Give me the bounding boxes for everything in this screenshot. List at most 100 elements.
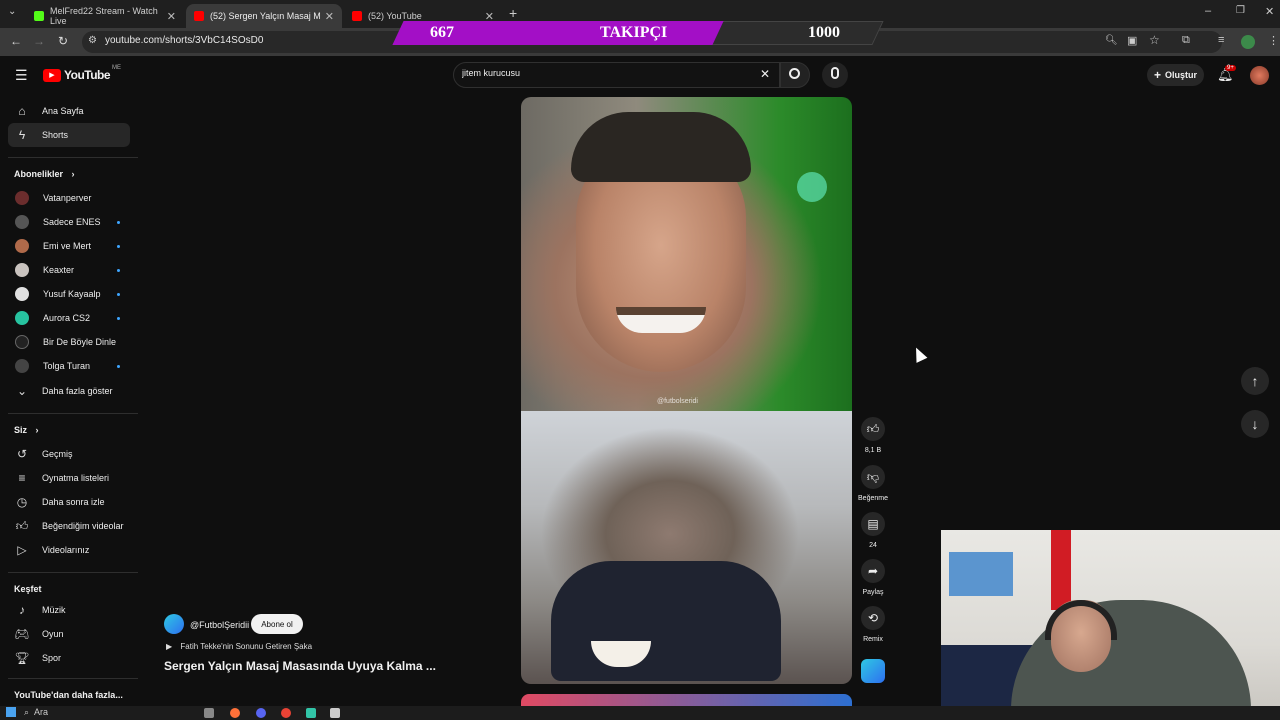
sidebar-item-label: Vatanperver [43, 193, 92, 203]
section-title: Siz [14, 425, 28, 435]
sidebar-item-gaming[interactable]: 🎮︎ Oyun [8, 622, 130, 646]
url-text[interactable]: youtube.com/shorts/3VbC14SOsD0 [105, 35, 263, 46]
sidebar-item-liked-videos[interactable]: 👍︎ Beğendiğim videolar [8, 514, 130, 538]
subscribe-button[interactable]: Abone ol [251, 614, 303, 634]
site-info-icon[interactable]: ⚙ [88, 35, 97, 46]
clear-search-icon[interactable]: ✕ [760, 67, 770, 81]
restore-icon[interactable]: ❐ [1236, 5, 1245, 16]
channel-avatar[interactable] [164, 614, 184, 634]
sidebar-item-label: Emi ve Mert [43, 241, 92, 251]
search-input[interactable] [462, 68, 752, 78]
previous-short-button[interactable]: ↑ [1241, 367, 1269, 395]
sidebar-item-subscription[interactable]: Yusuf Kayaalp [8, 282, 130, 306]
discord-icon[interactable] [256, 708, 266, 718]
sound-avatar[interactable] [861, 659, 885, 683]
forward-icon[interactable]: → [33, 34, 45, 48]
sidebar-item-subscription[interactable]: Emi ve Mert [8, 234, 130, 258]
sidebar-item-label: Daha fazla göster [42, 386, 113, 396]
reload-icon[interactable]: ↻ [58, 34, 68, 48]
you-header[interactable]: Siz › [14, 425, 39, 435]
streamer-webcam [941, 530, 1280, 720]
app-icon[interactable] [330, 708, 340, 718]
hamburger-menu-icon[interactable]: ☰ [15, 67, 28, 84]
sound-link[interactable]: ▶ Fatih Tekke'nin Sonunu Getiren Şaka [166, 642, 312, 651]
youtube-logo[interactable]: ▶ YouTube ME [43, 65, 121, 82]
tab-search-icon[interactable]: ⌄ [8, 6, 16, 17]
sidebar-item-your-videos[interactable]: ▷ Videolarınız [8, 538, 130, 562]
sidebar-item-sports[interactable]: 🏆︎ Spor [8, 646, 130, 670]
sidebar-item-playlists[interactable]: ≡ Oynatma listeleri [8, 466, 130, 490]
show-more-button[interactable]: ⌄ Daha fazla göster [8, 379, 130, 403]
video-frame-bottom [521, 411, 852, 684]
remix-label: Remix [863, 636, 883, 643]
sidebar-item-history[interactable]: ↺ Geçmiş [8, 442, 130, 466]
voice-search-button[interactable] [822, 62, 848, 88]
back-icon[interactable]: ← [10, 34, 22, 48]
sidebar-item-subscription[interactable]: Bir De Böyle Dinle [8, 330, 130, 354]
like-button[interactable]: 👍︎ [861, 417, 885, 441]
goal-current: 667 [430, 24, 454, 41]
close-icon[interactable]: ✕ [325, 10, 334, 23]
sidebar-item-subscription[interactable]: Keaxter [8, 258, 130, 282]
video-title[interactable]: Sergen Yalçın Masaj Masasında Uyuya Kalm… [164, 659, 436, 673]
channel-avatar [15, 263, 29, 277]
task-view-icon[interactable] [204, 708, 214, 718]
chrome-icon[interactable] [281, 708, 291, 718]
zoom-icon[interactable]: 🔍︎ [1105, 35, 1118, 46]
create-button[interactable]: + Oluştur [1147, 64, 1204, 86]
close-icon[interactable]: ✕ [167, 10, 176, 23]
create-label: Oluştur [1165, 70, 1198, 80]
dislike-button[interactable]: 👎︎ [861, 465, 885, 489]
search-box[interactable]: ✕ [453, 62, 780, 88]
youtube-favicon-icon [194, 11, 204, 21]
new-content-dot [117, 244, 120, 248]
channel-name[interactable]: @FutbolŞeridii [190, 620, 249, 630]
sidebar-item-subscription[interactable]: Aurora CS2 [8, 306, 130, 330]
new-tab-button[interactable]: + [509, 5, 517, 21]
next-short-preview[interactable] [521, 694, 852, 706]
share-button[interactable]: ➦ [861, 559, 885, 583]
install-icon[interactable]: ▣ [1127, 34, 1137, 47]
channel-avatar [15, 287, 29, 301]
avatar[interactable] [1250, 66, 1269, 85]
comments-button[interactable]: ▤ [861, 512, 885, 536]
dislike-label: Beğenme [858, 495, 888, 502]
home-icon: ⌂ [18, 104, 26, 118]
subscriptions-header[interactable]: Abonelikler › [14, 169, 75, 179]
media-control-icon[interactable]: ≡ [1218, 34, 1224, 46]
menu-icon[interactable]: ⋮ [1268, 34, 1279, 47]
sidebar-item-shorts[interactable]: ϟ Shorts [8, 123, 130, 147]
sidebar-item-label: Ana Sayfa [42, 106, 84, 116]
bookmark-star-icon[interactable]: ☆ [1149, 33, 1160, 47]
taskbar-search-input[interactable]: Ara [34, 707, 48, 717]
tab-youtube-short[interactable]: (52) Sergen Yalçın Masaj M ✕ [186, 4, 342, 28]
thumbs-up-icon: 👍︎ [866, 421, 880, 436]
extensions-icon[interactable]: ⧉ [1182, 34, 1190, 47]
firefox-icon[interactable] [230, 708, 240, 718]
remix-button[interactable]: ⟲ [861, 606, 885, 630]
obs-icon[interactable] [306, 708, 316, 718]
windows-start-icon[interactable] [6, 707, 16, 717]
sidebar-item-subscription[interactable]: Sadece ENES [8, 210, 130, 234]
sidebar-item-watch-later[interactable]: ◷ Daha sonra izle [8, 490, 130, 514]
close-window-icon[interactable]: ✕ [1265, 5, 1274, 18]
sidebar-item-music[interactable]: ♪ Müzik [8, 598, 130, 622]
sidebar-item-label: Bir De Böyle Dinle [43, 337, 117, 347]
search-button[interactable] [780, 62, 810, 88]
youtube-play-logo-icon: ▶ [43, 68, 61, 82]
short-video-player[interactable]: @futbolseridi [521, 97, 852, 684]
minimize-icon[interactable]: – [1205, 5, 1211, 17]
comment-count: 24 [869, 542, 877, 549]
channel-avatar [15, 335, 29, 349]
tab-kick-stream[interactable]: MelFred22 Stream - Watch Live ✕ [26, 4, 184, 28]
trophy-icon: 🏆︎ [14, 651, 30, 665]
new-content-dot [117, 292, 120, 296]
next-short-button[interactable]: ↓ [1241, 410, 1269, 438]
profile-icon[interactable] [1241, 35, 1255, 49]
sidebar-item-subscription[interactable]: Vatanperver [8, 186, 130, 210]
divider [8, 678, 138, 679]
sidebar-item-subscription[interactable]: Tolga Turan [8, 354, 130, 378]
taskbar-search-icon[interactable]: ⌕ [24, 707, 29, 718]
sidebar-item-home[interactable]: ⌂ Ana Sayfa [8, 99, 130, 123]
sidebar-item-label: Daha sonra izle [42, 497, 105, 507]
